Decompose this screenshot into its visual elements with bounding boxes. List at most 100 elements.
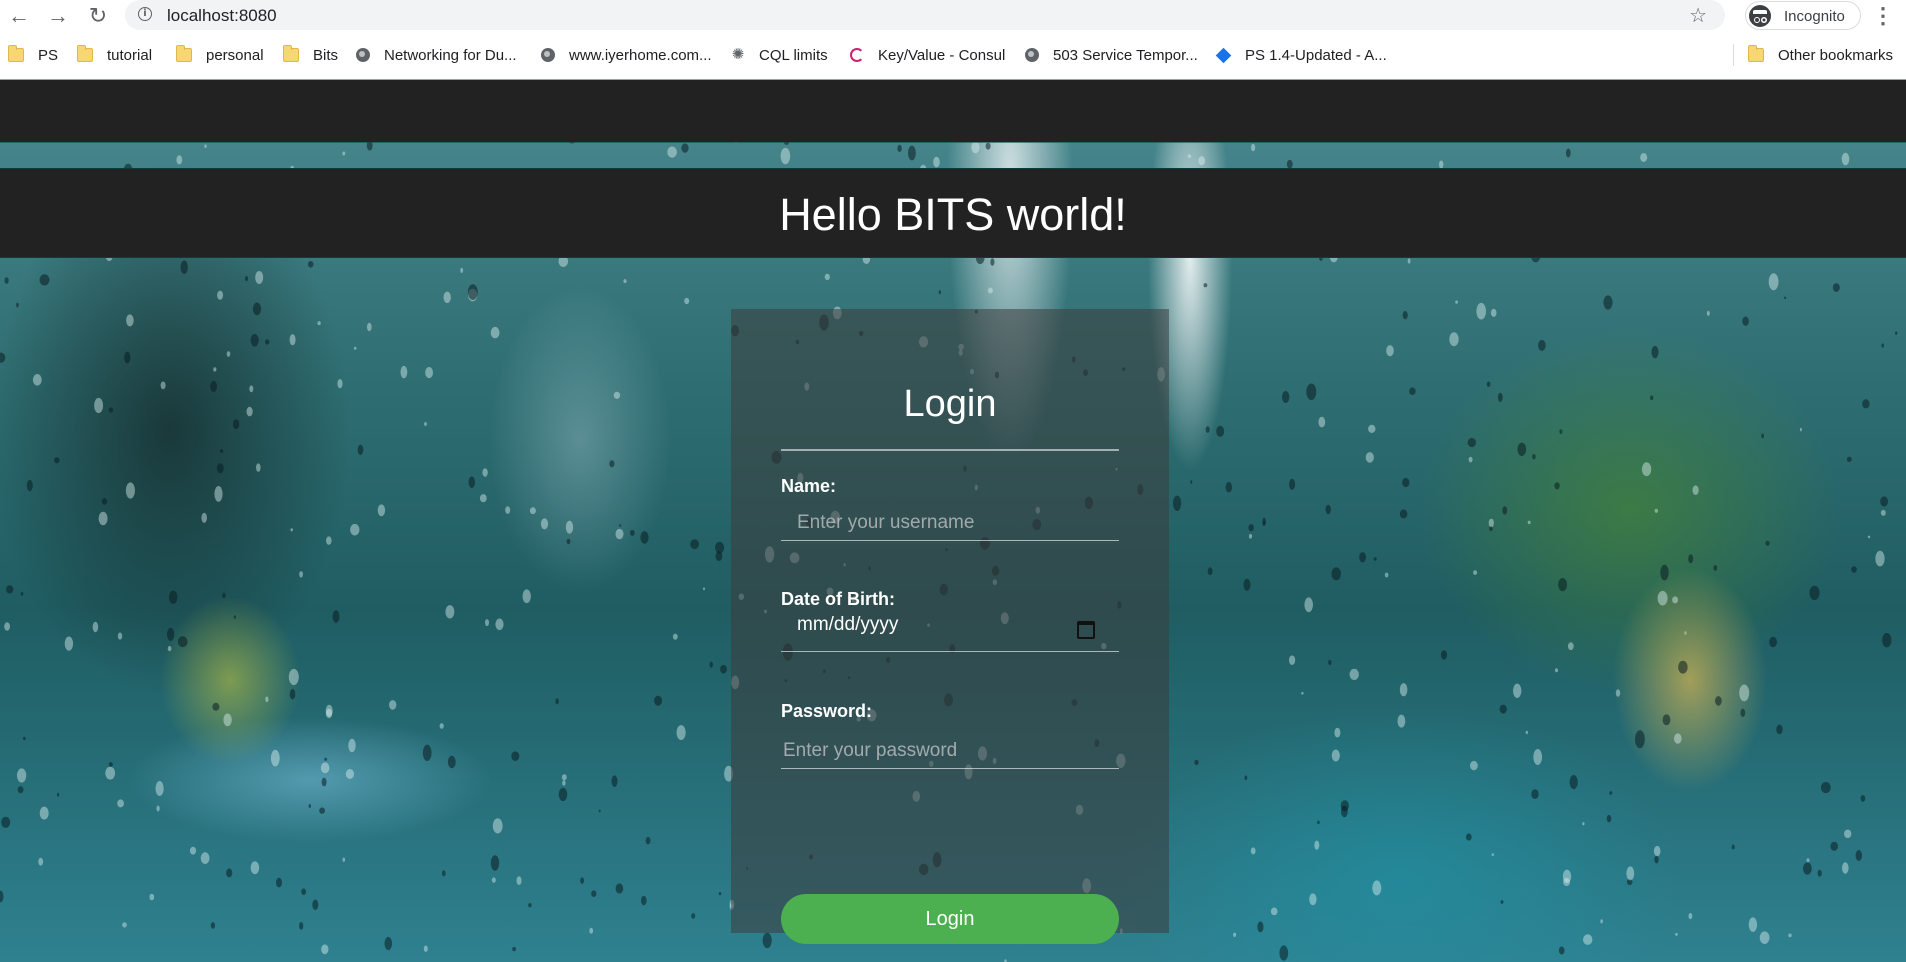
raindrop xyxy=(0,890,4,903)
raindrop xyxy=(250,334,259,347)
bookmark-iyerhome[interactable]: www.iyerhome.com... xyxy=(541,44,712,66)
raindrop xyxy=(990,258,995,266)
raindrop xyxy=(715,541,725,554)
raindrop xyxy=(565,520,574,534)
raindrop xyxy=(226,868,233,878)
bookmark-tutorial[interactable]: tutorial xyxy=(77,44,152,66)
login-button[interactable]: Login xyxy=(781,894,1119,944)
bookmark-cql-limits[interactable]: ✺ CQL limits xyxy=(730,44,828,66)
raindrop xyxy=(645,836,651,845)
bookmark-ps-updated[interactable]: PS 1.4-Updated - A... xyxy=(1215,44,1387,66)
browser-toolbar: ← → ↻ i localhost:8080 ☆ Incognito ⋮ xyxy=(0,0,1906,31)
raindrop xyxy=(1365,452,1374,463)
raindrop xyxy=(353,346,357,350)
raindrop xyxy=(1402,311,1408,320)
browser-menu-icon[interactable]: ⋮ xyxy=(1872,2,1894,30)
raindrop xyxy=(1325,504,1331,515)
forward-icon[interactable]: → xyxy=(44,2,72,30)
raindrop xyxy=(690,539,699,550)
raindrop xyxy=(1207,567,1213,576)
raindrop xyxy=(1489,526,1493,531)
raindrop xyxy=(1340,800,1349,812)
raindrop xyxy=(1270,907,1278,916)
raindrop xyxy=(252,302,262,316)
raindrop xyxy=(1318,416,1326,428)
raindrop xyxy=(117,799,124,808)
bookmark-consul[interactable]: Key/Value - Consul xyxy=(850,44,1005,66)
bookmark-label: CQL limits xyxy=(759,46,828,64)
bookmarks-divider xyxy=(1733,44,1734,66)
raindrop xyxy=(232,419,240,430)
raindrop xyxy=(223,713,232,727)
raindrop xyxy=(512,946,516,952)
raindrop xyxy=(149,893,155,901)
raindrop xyxy=(1654,508,1659,513)
raindrop xyxy=(155,781,164,796)
password-input[interactable] xyxy=(781,733,1119,769)
raindrop xyxy=(1173,495,1182,511)
browser-chrome: ← → ↻ i localhost:8080 ☆ Incognito ⋮ PS … xyxy=(0,0,1906,80)
bookmark-bits[interactable]: Bits xyxy=(283,44,338,66)
bookmark-ps[interactable]: PS xyxy=(8,44,58,66)
bookmark-networking[interactable]: Networking for Du... xyxy=(356,44,517,66)
raindrop xyxy=(1334,727,1341,738)
raindrop xyxy=(562,780,566,786)
raindrop xyxy=(1282,391,1290,403)
raindrop xyxy=(709,661,713,668)
raindrop xyxy=(908,145,916,161)
raindrop xyxy=(1314,840,1320,850)
raindrop xyxy=(1672,596,1679,604)
raindrop xyxy=(32,374,42,386)
raindrop xyxy=(125,482,135,499)
bookmark-other[interactable]: Other bookmarks xyxy=(1748,44,1893,66)
username-input[interactable] xyxy=(781,505,1119,541)
raindrop xyxy=(1769,636,1777,648)
raindrop xyxy=(265,696,269,703)
raindrop xyxy=(1533,749,1543,765)
raindrop xyxy=(1,816,11,828)
raindrop xyxy=(1867,535,1871,539)
raindrop xyxy=(540,518,549,530)
raindrop xyxy=(312,899,319,911)
site-info-icon[interactable]: i xyxy=(138,7,152,21)
calendar-icon[interactable] xyxy=(1077,621,1095,639)
raindrop xyxy=(220,449,224,453)
bookmark-personal[interactable]: personal xyxy=(176,44,264,66)
raindrop xyxy=(1606,814,1612,823)
raindrop xyxy=(1279,945,1289,961)
raindrop xyxy=(691,913,696,919)
raindrop xyxy=(528,903,532,908)
address-bar[interactable]: i localhost:8080 ☆ xyxy=(125,0,1725,30)
raindrop xyxy=(64,636,74,651)
raindrop xyxy=(1784,296,1787,300)
raindrop xyxy=(1583,934,1593,945)
raindrop xyxy=(1880,509,1886,516)
raindrop xyxy=(126,314,134,327)
address-url[interactable]: localhost:8080 xyxy=(167,6,277,26)
raindrop xyxy=(301,888,306,895)
back-icon[interactable]: ← xyxy=(5,2,33,30)
raindrop xyxy=(1384,572,1389,578)
bookmark-star-icon[interactable]: ☆ xyxy=(1689,3,1707,28)
raindrop xyxy=(1187,154,1192,158)
raindrop xyxy=(1692,485,1699,496)
raindrop xyxy=(490,855,500,871)
raindrop xyxy=(1582,822,1585,826)
raindrop xyxy=(439,723,444,729)
raindrop xyxy=(389,700,397,710)
raindrop xyxy=(4,277,9,284)
raindrop xyxy=(1407,258,1411,264)
raindrop xyxy=(933,156,940,168)
raindrop xyxy=(1198,156,1206,166)
raindrop xyxy=(216,463,224,474)
incognito-badge[interactable]: Incognito xyxy=(1745,1,1861,30)
bookmark-label: Bits xyxy=(313,46,339,64)
dob-placeholder: mm/dd/yyyy xyxy=(797,614,899,635)
raindrop xyxy=(400,365,408,379)
folder-icon xyxy=(283,45,299,62)
bookmark-503[interactable]: 503 Service Tempor... xyxy=(1025,44,1198,66)
raindrop xyxy=(558,787,568,802)
raindrop xyxy=(1809,585,1820,601)
reload-icon[interactable]: ↻ xyxy=(84,2,112,30)
bookmark-label: Other bookmarks xyxy=(1778,46,1894,64)
